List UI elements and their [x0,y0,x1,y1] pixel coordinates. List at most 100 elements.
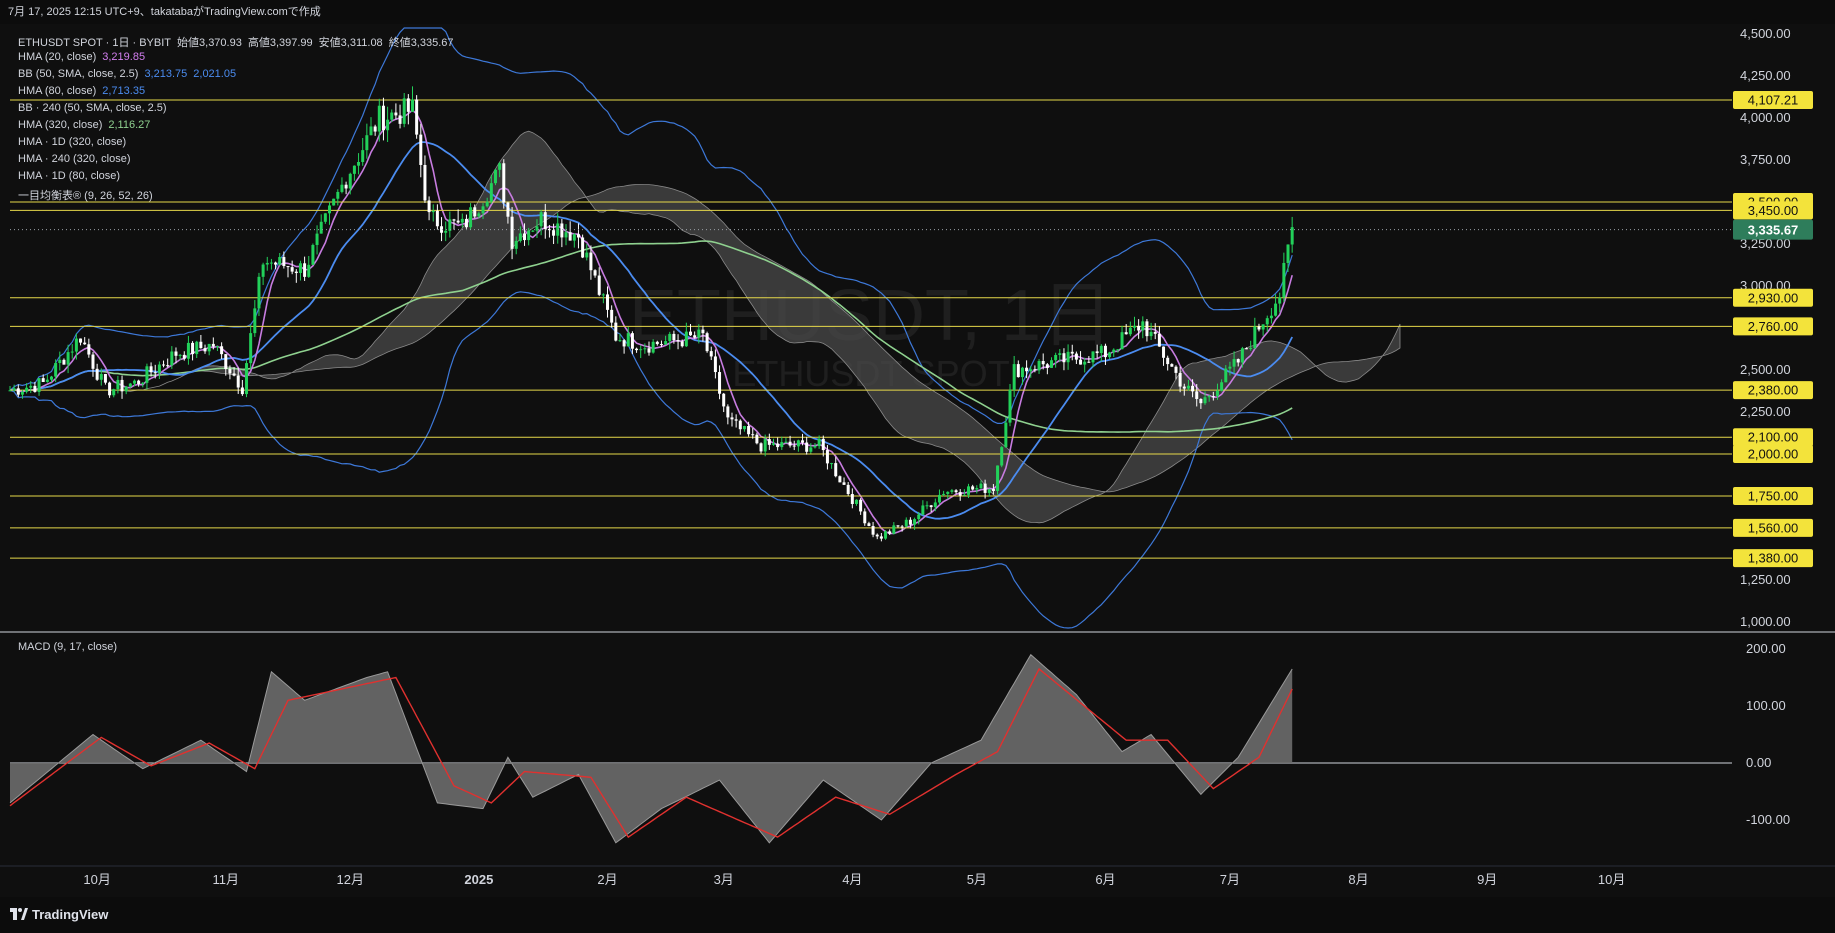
macd-area [10,654,1293,843]
candle-body [842,482,846,485]
legend-indicator-row[interactable]: 一目均衡表® (9, 26, 52, 26) [18,187,153,203]
candle-body [680,341,684,347]
candle-body [357,161,361,166]
candle-body [58,359,62,364]
legend-indicator-row[interactable]: BB · 240 (50, SMA, close, 2.5) [18,102,167,114]
candle-body [917,514,921,520]
macd-tick-label: 200.00 [1746,641,1786,656]
candle-body [655,341,659,345]
candle-body [498,163,502,170]
candle-body [1029,369,1033,372]
legend-indicator-row[interactable]: HMA · 1D (80, close) [18,170,120,182]
tradingview-logo[interactable]: TradingView [10,907,108,922]
candle-body [996,465,1000,491]
candle-body [1249,348,1253,350]
candle-body [269,262,273,264]
candle-body [452,219,456,221]
candle-body [406,98,410,112]
candle-body [365,135,369,151]
price-tick-label: 1,250.00 [1740,572,1791,587]
candle-body [315,233,319,245]
candle-body [1240,348,1244,363]
candle-body [460,218,464,223]
candle-body [62,359,66,365]
candle-body [390,112,394,120]
candle-body [1199,398,1203,404]
candle-body [224,354,228,370]
candle-body [29,385,33,388]
candle-body [79,338,83,343]
legend-indicator-row[interactable]: HMA (320, close) 2,116.27 [18,119,150,131]
candle-body [352,165,356,174]
candle-body [1141,321,1145,331]
tv-logo-icon [10,908,28,920]
macd-tick-label: 100.00 [1746,698,1786,713]
candle-body [1041,361,1045,365]
candle-body [892,525,896,534]
candle-body [979,483,983,489]
indicator-name: BB (50, SMA, close, 2.5) [18,68,139,80]
candle-body [54,363,58,377]
candle-body [676,340,680,342]
legend-symbol-row[interactable]: ETHUSDT SPOT · 1日 · BYBIT 始値3,370.93 高値3,3… [18,34,454,50]
candle-body [278,257,282,265]
candle-body [908,519,912,525]
candle-body [402,98,406,124]
candle-body [722,393,726,407]
candle-body [1033,369,1037,371]
candle-body [1211,396,1215,398]
candle-body [91,354,95,369]
candle-body [614,322,618,341]
legend-indicator-row[interactable]: HMA · 1D (320, close) [18,136,126,148]
indicator-name: BB · 240 (50, SMA, close, 2.5) [18,102,167,114]
candle-body [1282,262,1286,298]
candle-body [236,375,240,388]
candle-body [20,391,24,395]
macd-tick-label: -100.00 [1746,812,1790,827]
candle-body [747,426,751,435]
candle-body [518,233,522,241]
candle-body [37,378,41,392]
candle-body [1037,361,1041,371]
candle-body [286,266,290,268]
candle-body [867,523,871,526]
chart-canvas[interactable]: ETHUSDT, 1日ETHUSDT SPOT 4,500.004,250.00… [0,0,1835,933]
candle-body [381,105,385,131]
candle-body [830,463,834,465]
candle-body [635,348,639,351]
candle-body [780,442,784,448]
candle-body [701,329,705,334]
candle-body [962,494,966,496]
indicator-name: HMA (20, close) [18,51,97,63]
candle-body [1095,351,1099,354]
macd-legend[interactable]: MACD (9, 17, close) [18,641,117,653]
time-tick-label: 7月 [1220,872,1240,887]
candle-body [464,218,468,228]
legend-indicator-row[interactable]: BB (50, SMA, close, 2.5) 3,213.75 2,021.05 [18,68,236,80]
indicator-value: 2,021.05 [193,68,237,80]
legend-indicator-row[interactable]: HMA (20, close) 3,219.85 [18,51,145,63]
candle-body [386,119,390,131]
candle-body [294,271,298,274]
candle-body [245,363,249,395]
time-tick-label: 11月 [213,872,240,887]
candle-body [958,492,962,496]
candle-body [95,368,99,380]
candle-body [361,150,365,162]
candle-body [875,534,879,537]
candle-body [16,388,20,395]
candle-body [560,223,564,238]
candle-body [718,372,722,394]
candle-body [597,275,601,295]
candle-body [323,213,327,222]
candle-body [967,486,971,495]
legend-indicator-row[interactable]: HMA · 240 (320, close) [18,153,131,165]
time-tick-label: 4月 [842,872,862,887]
candle-body [1228,366,1232,369]
candle-body [1149,331,1153,337]
candle-body [1245,348,1249,350]
legend-indicator-row[interactable]: HMA (80, close) 2,713.35 [18,85,145,97]
time-axis: 10月 11月 12月 2025 2月 3月 4月 5月 6月 7月 8月 9月 10月 [83,872,1625,887]
candle-body [659,344,663,346]
candle-body [1191,385,1195,392]
